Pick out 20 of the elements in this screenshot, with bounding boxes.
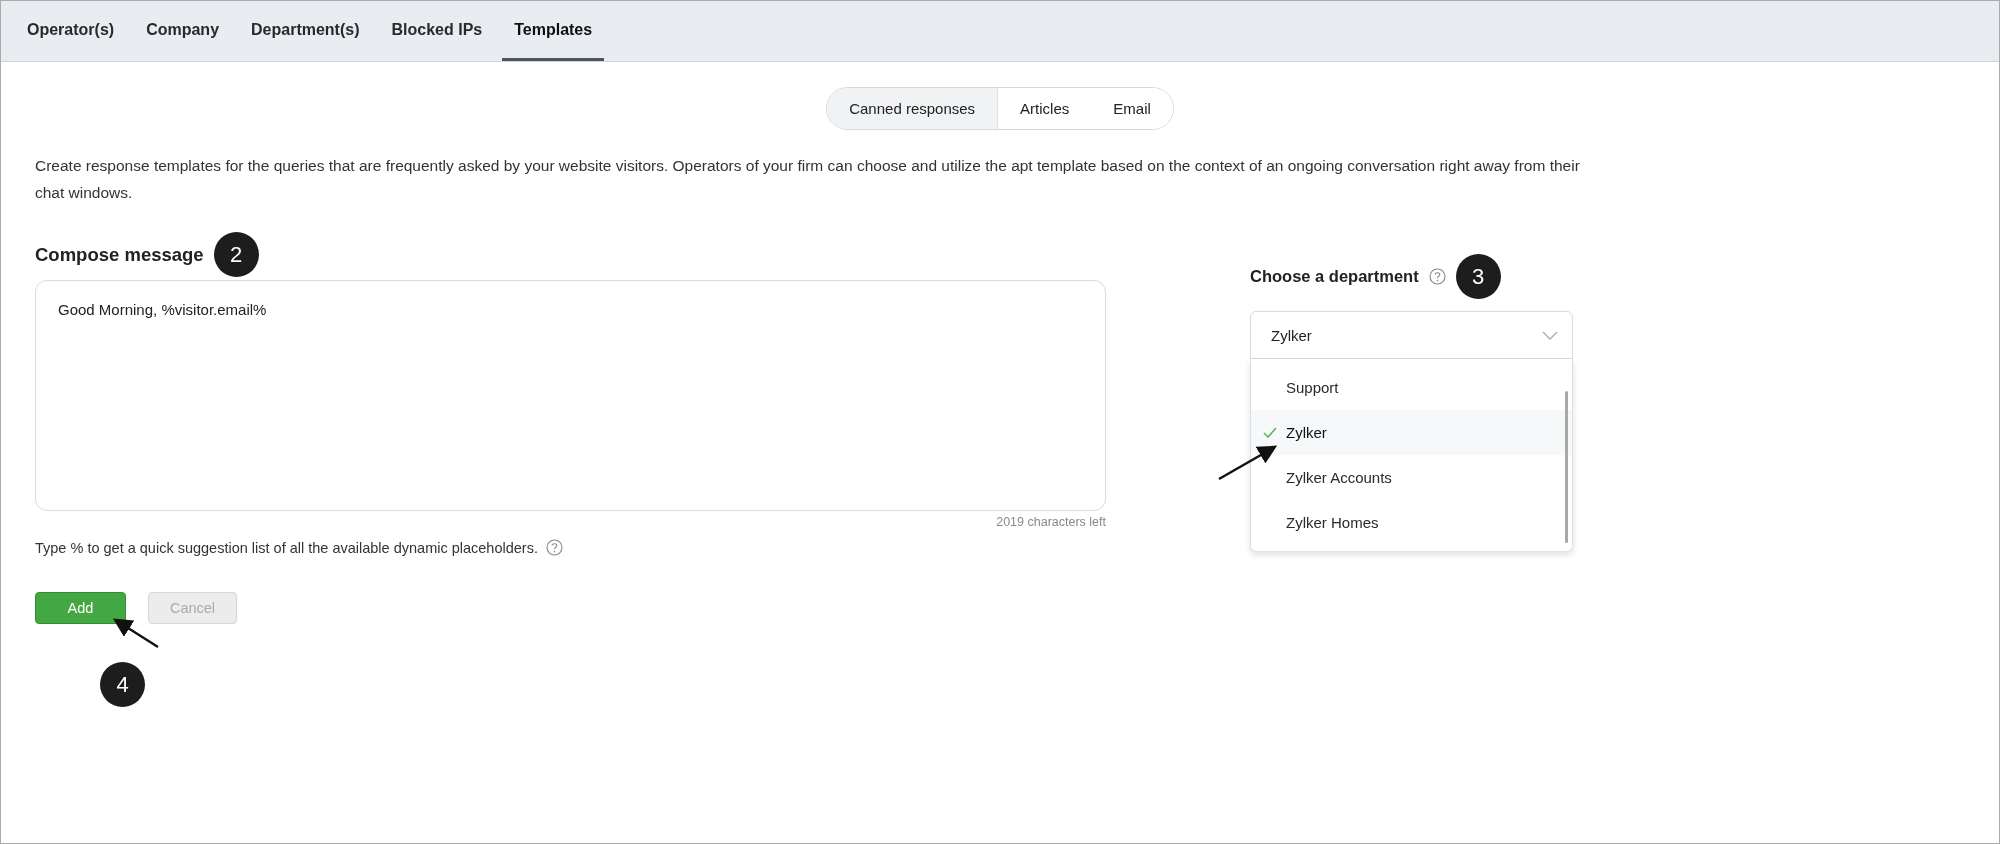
description-text: Create response templates for the queries that are frequently asked by your website visitors. Operators of your firm can choose and utilize the apt template based on the context of an ongoing conversation right away from their chat windows. bbox=[35, 156, 1580, 203]
segment-tab[interactable]: Canned responses bbox=[827, 88, 999, 129]
step-badge: 4 bbox=[100, 662, 145, 707]
nav-tab[interactable]: Blocked IPs bbox=[379, 1, 495, 61]
dropdown-option[interactable]: Zylker bbox=[1251, 410, 1572, 455]
dropdown-option[interactable]: Zylker Homes bbox=[1251, 500, 1572, 545]
nav-tab[interactable]: Department(s) bbox=[239, 1, 372, 61]
department-select[interactable]: Zylker bbox=[1250, 311, 1573, 359]
compose-heading: Compose message bbox=[35, 243, 204, 266]
nav-tab[interactable]: Templates bbox=[502, 1, 605, 61]
step-badge: 3 bbox=[1455, 254, 1501, 299]
department-heading: Choose a department bbox=[1250, 267, 1419, 286]
nav-tab[interactable]: Operator(s) bbox=[15, 1, 127, 61]
dropdown-option[interactable]: Support bbox=[1251, 365, 1572, 410]
message-field[interactable]: Good Morning, %visitor.email% bbox=[35, 280, 1106, 511]
nav-tab[interactable]: Company bbox=[134, 1, 232, 61]
chars-left-text: 2019 characters left bbox=[996, 515, 1106, 529]
dropdown-option[interactable]: Zylker Accounts bbox=[1251, 455, 1572, 500]
step-badge: 2 bbox=[213, 232, 259, 277]
hint-text: Type % to get a quick suggestion list of all the available dynamic placeholders. bbox=[35, 539, 538, 556]
